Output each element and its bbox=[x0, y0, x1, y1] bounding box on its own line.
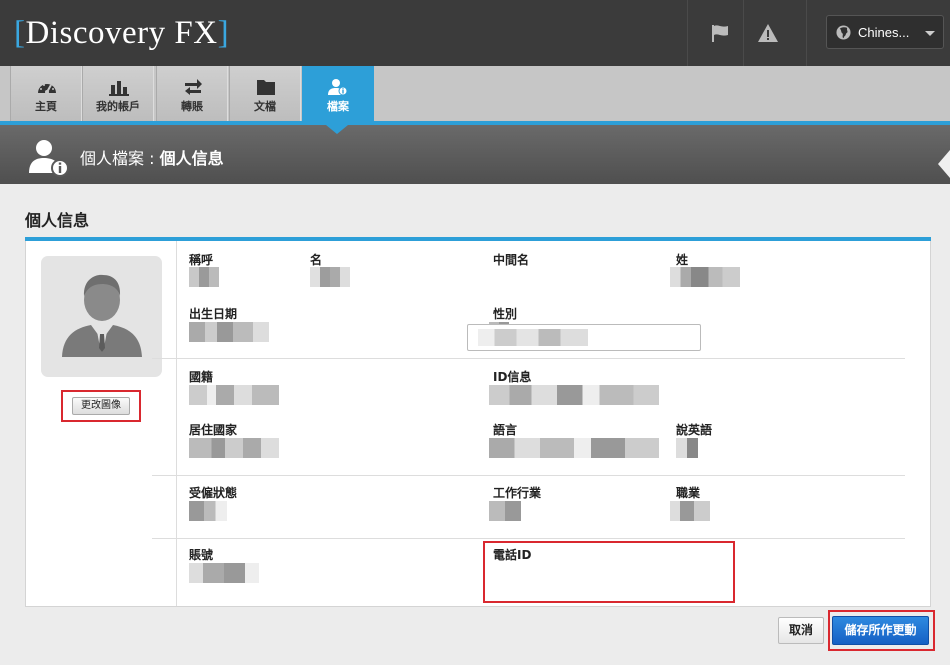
active-tab-pointer bbox=[326, 125, 348, 134]
tab-transfer[interactable]: 轉賬 bbox=[156, 66, 228, 121]
occupation-label: 職業 bbox=[676, 486, 701, 500]
first-name-value bbox=[310, 267, 350, 287]
flag-icon[interactable] bbox=[709, 22, 731, 44]
dob-value bbox=[189, 322, 269, 342]
warning-icon[interactable] bbox=[757, 22, 779, 44]
gender-label: 性別 bbox=[493, 307, 518, 321]
dashboard-icon bbox=[38, 84, 56, 94]
language-label: Chines... bbox=[858, 25, 910, 40]
tab-label: 我的帳戶 bbox=[96, 100, 140, 113]
id-info-label: ID信息 bbox=[493, 370, 532, 384]
tab-label: 文檔 bbox=[254, 100, 276, 113]
cancel-button[interactable]: 取消 bbox=[778, 617, 824, 644]
account-label: 賬號 bbox=[189, 548, 214, 562]
user-info-icon bbox=[328, 79, 348, 96]
phone-id-label: 電話ID bbox=[493, 548, 532, 562]
profile-card: 更改圖像 bbox=[25, 241, 931, 607]
bar-chart-icon bbox=[109, 81, 129, 96]
nationality-label: 國籍 bbox=[189, 370, 214, 384]
avatar bbox=[41, 256, 162, 377]
phone-id-input[interactable] bbox=[467, 324, 701, 351]
dob-label: 出生日期 bbox=[189, 307, 238, 321]
tab-documents[interactable]: 文檔 bbox=[229, 66, 301, 121]
folder-icon bbox=[257, 80, 275, 95]
first-name-label: 名 bbox=[310, 253, 323, 267]
last-name-value bbox=[670, 267, 740, 287]
page-title: 個人檔案 : 個人信息 bbox=[80, 149, 224, 168]
tab-label: 主頁 bbox=[35, 100, 57, 113]
tab-profile[interactable]: 檔案 bbox=[302, 66, 374, 121]
salutation-value bbox=[189, 267, 219, 287]
app-logo[interactable]: [Discovery FX] bbox=[14, 12, 229, 54]
tab-my-account[interactable]: 我的帳戶 bbox=[82, 66, 154, 121]
country-label: 居住國家 bbox=[189, 423, 238, 437]
user-avatar-icon bbox=[62, 274, 142, 357]
app-header: [Discovery FX] Chines... bbox=[0, 0, 950, 66]
middle-name-label: 中間名 bbox=[493, 253, 530, 267]
occupation-value bbox=[670, 501, 710, 521]
globe-icon bbox=[836, 25, 851, 40]
side-panel-toggle[interactable] bbox=[938, 150, 950, 178]
phone-id-value bbox=[478, 329, 588, 346]
last-name-label: 姓 bbox=[676, 253, 689, 267]
logo-text: Discovery FX bbox=[25, 15, 218, 51]
account-value bbox=[189, 563, 259, 583]
id-info-value bbox=[489, 385, 659, 405]
avatar-column: 更改圖像 bbox=[26, 241, 177, 606]
industry-value bbox=[489, 501, 521, 521]
nationality-value bbox=[189, 385, 279, 405]
header-divider bbox=[806, 0, 807, 66]
chevron-down-icon bbox=[925, 31, 935, 36]
header-divider bbox=[687, 0, 688, 66]
employment-status-value bbox=[189, 501, 227, 521]
salutation-label: 稱呼 bbox=[189, 253, 214, 267]
row-divider bbox=[152, 475, 905, 476]
speaks-english-value bbox=[676, 438, 698, 458]
tab-label: 檔案 bbox=[327, 100, 349, 113]
language-value bbox=[489, 438, 659, 458]
tab-label: 轉賬 bbox=[181, 100, 203, 113]
row-divider bbox=[152, 358, 905, 359]
employment-status-label: 受僱狀態 bbox=[189, 486, 238, 500]
user-info-icon bbox=[29, 140, 69, 177]
country-value bbox=[189, 438, 279, 458]
speaks-english-label: 說英語 bbox=[676, 423, 713, 437]
page-title-bar: 個人檔案 : 個人信息 bbox=[0, 125, 950, 184]
industry-label: 工作行業 bbox=[493, 486, 542, 500]
highlight-box bbox=[61, 390, 141, 422]
language-select[interactable]: Chines... bbox=[826, 15, 944, 49]
header-divider bbox=[743, 0, 744, 66]
tab-home[interactable]: 主頁 bbox=[10, 66, 82, 121]
language-label: 語言 bbox=[493, 423, 518, 437]
row-divider bbox=[152, 538, 905, 539]
section-title: 個人信息 bbox=[25, 211, 90, 230]
save-changes-button[interactable]: 儲存所作更動 bbox=[832, 616, 929, 645]
transfer-icon bbox=[185, 79, 202, 95]
